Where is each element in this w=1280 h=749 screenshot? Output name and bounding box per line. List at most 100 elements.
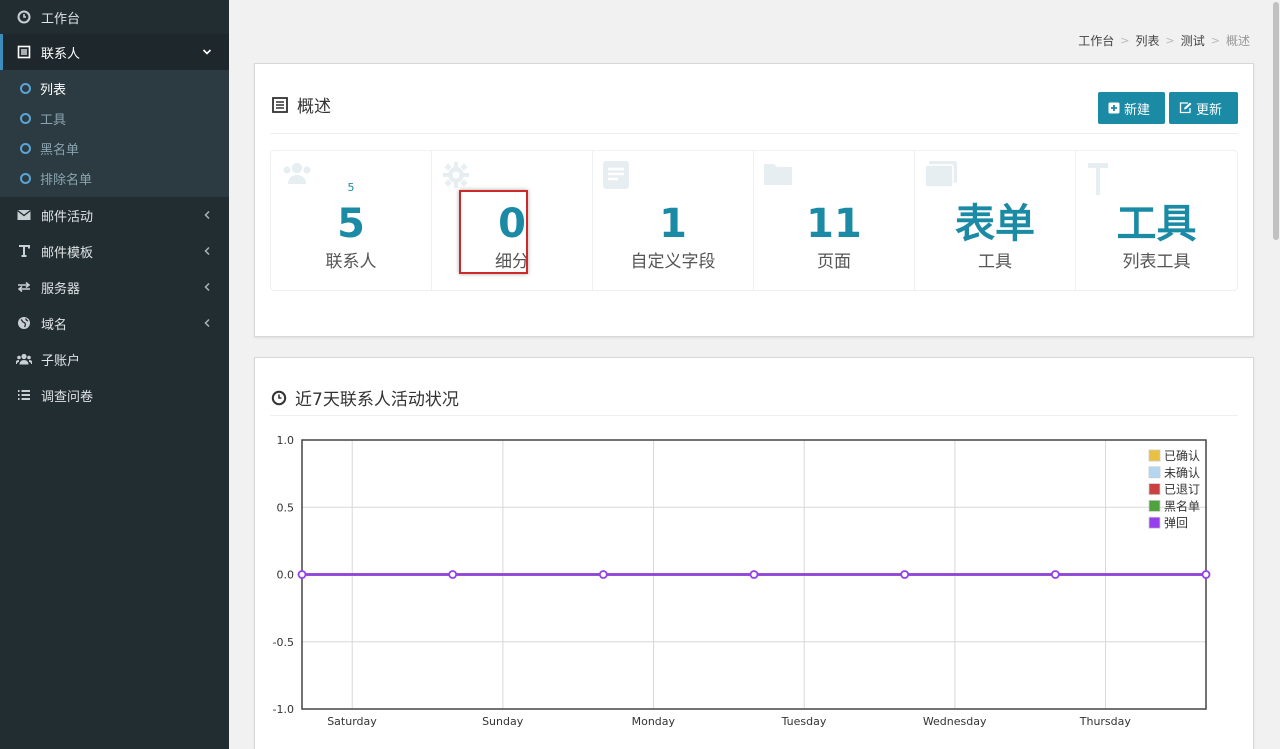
x-tick-label: Sunday (482, 715, 524, 728)
submenu-item-label: 黑名单 (40, 142, 80, 158)
submenu-item-blacklist[interactable]: 黑名单 (0, 133, 229, 163)
sidebar-item-subaccounts[interactable]: 子账户 (0, 341, 229, 377)
legend-label: 已退订 (1164, 483, 1200, 497)
overview-title: 概述 (271, 92, 331, 117)
data-point[interactable] (297, 570, 307, 579)
sidebar-item-label: 服务器 (41, 281, 81, 297)
sidebar-item-label: 调查问卷 (41, 389, 94, 405)
breadcrumb-current: 概述 (1225, 34, 1250, 48)
chevron-left-icon (201, 244, 213, 258)
list-icon (16, 44, 32, 60)
sidebar-item-label: 域名 (41, 317, 68, 333)
sidebar-item-contacts[interactable]: 联系人 (0, 34, 229, 70)
data-point[interactable] (598, 570, 608, 579)
plus-square-icon (1108, 102, 1120, 114)
clock-icon (271, 390, 287, 406)
chevron-left-icon (201, 316, 213, 330)
sidebar-item-templates[interactable]: 邮件模板 (0, 233, 229, 269)
submenu-item-list[interactable]: 列表 (0, 73, 229, 103)
activity-title: 近7天联系人活动状况 (271, 385, 459, 410)
stat-small: 5 (347, 181, 355, 194)
stat-label: 自定义字段 (630, 252, 716, 272)
sidebar-item-label: 邮件活动 (41, 209, 94, 225)
breadcrumb-item[interactable]: 测试 (1181, 32, 1205, 49)
data-point[interactable] (448, 570, 458, 579)
x-tick-label: Monday (632, 715, 676, 728)
y-tick-label: 0.5 (277, 501, 295, 514)
breadcrumb-item[interactable]: 工作台 (1078, 32, 1114, 49)
stats-row: 5 5 联系人 0 细分 1 自定义字段 11 页面 表单 工具 工具 列表工具 (270, 150, 1238, 291)
chart-svg: 1.0 0.5 0.0 -0.5 -1.0 Saturday Sunday Monday Tue… (273, 434, 1211, 728)
stat-label: 工具 (978, 252, 1012, 272)
activity-panel: 近7天联系人活动状况 1.0 0.5 0.0 -0.5 -1.0 Saturday Sund… (254, 357, 1254, 749)
y-tick-label: 1.0 (277, 434, 295, 447)
dashboard-icon (16, 9, 32, 25)
hammer-icon (1086, 161, 1110, 199)
update-button[interactable]: 更新 (1169, 92, 1238, 124)
globe-icon (16, 315, 32, 331)
legend-swatch (1148, 466, 1161, 479)
x-tick-label: Tuesday (781, 715, 827, 728)
legend-swatch (1148, 500, 1161, 512)
submenu-item-tools[interactable]: 工具 (0, 103, 229, 133)
text-icon (16, 243, 32, 259)
file-icon (603, 161, 629, 193)
stat-value: 11 (806, 201, 862, 247)
stat-label: 联系人 (325, 252, 377, 272)
gear-icon (442, 161, 470, 193)
stat-value: 工具 (1116, 201, 1197, 247)
breadcrumb: 工作台 > 列表 > 测试 > 概述 (1078, 32, 1250, 49)
submenu-item-label: 排除名单 (40, 172, 93, 188)
stat-label: 列表工具 (1122, 252, 1191, 272)
data-point[interactable] (749, 570, 759, 579)
sidebar-item-surveys[interactable]: 调查问卷 (0, 377, 229, 413)
sidebar-item-servers[interactable]: 服务器 (0, 269, 229, 305)
contacts-submenu: 列表 工具 黑名单 排除名单 (0, 70, 229, 197)
circle-icon (20, 142, 31, 154)
y-tick-label: 0.0 (277, 569, 295, 582)
stat-custom-fields[interactable]: 1 自定义字段 (593, 151, 754, 290)
x-tick-label: Thursday (1079, 715, 1132, 728)
legend-swatch (1148, 516, 1161, 529)
y-tick-label: -1.0 (273, 703, 294, 716)
bars-icon (16, 387, 32, 403)
data-point[interactable] (1201, 570, 1211, 579)
activity-title-text: 近7天联系人活动状况 (295, 390, 459, 410)
legend-swatch (1148, 483, 1161, 495)
scrollbar-thumb[interactable] (1273, 2, 1279, 240)
submenu-item-exclusion[interactable]: 排除名单 (0, 163, 229, 193)
submenu-item-label: 工具 (40, 112, 67, 128)
y-tick-label: -0.5 (273, 636, 294, 649)
circle-icon (20, 172, 31, 184)
overview-title-text: 概述 (297, 97, 331, 117)
stat-value: 1 (659, 201, 687, 247)
sidebar-item-label: 子账户 (41, 353, 81, 369)
sidebar-item-dashboard[interactable]: 工作台 (0, 0, 229, 34)
sidebar-item-campaigns[interactable]: 邮件活动 (0, 197, 229, 233)
stat-pages[interactable]: 11 页面 (754, 151, 915, 290)
breadcrumb-item[interactable]: 列表 (1136, 32, 1160, 49)
sidebar-item-label: 工作台 (41, 11, 81, 27)
sidebar-item-label: 联系人 (41, 46, 81, 62)
stat-value: 表单 (955, 201, 1035, 247)
stat-tools[interactable]: 工具 列表工具 (1076, 151, 1237, 290)
update-button-label: 更新 (1196, 102, 1223, 118)
circle-icon (20, 112, 31, 124)
legend-label: 已确认 (1164, 449, 1200, 463)
submenu-item-label: 列表 (40, 82, 67, 98)
envelope-icon (16, 207, 32, 223)
legend-swatch (1148, 449, 1161, 462)
new-button[interactable]: 新建 (1098, 92, 1165, 124)
breadcrumb-separator: > (1165, 34, 1175, 47)
data-point[interactable] (1050, 570, 1060, 579)
stat-forms[interactable]: 表单 工具 (915, 151, 1076, 290)
breadcrumb-separator: > (1120, 34, 1130, 47)
sidebar-item-domains[interactable]: 域名 (0, 305, 229, 341)
legend-label: 黑名单 (1164, 498, 1200, 513)
scrollbar[interactable] (1272, 0, 1280, 749)
stat-label: 页面 (817, 252, 851, 272)
data-point[interactable] (900, 570, 910, 579)
divider (270, 133, 1238, 134)
stat-contacts[interactable]: 5 5 联系人 (271, 151, 432, 290)
sidebar: 工作台 联系人 列表 工具 黑名单 排除名单 邮件活动 邮件模板 服务器 域名 … (0, 0, 229, 749)
